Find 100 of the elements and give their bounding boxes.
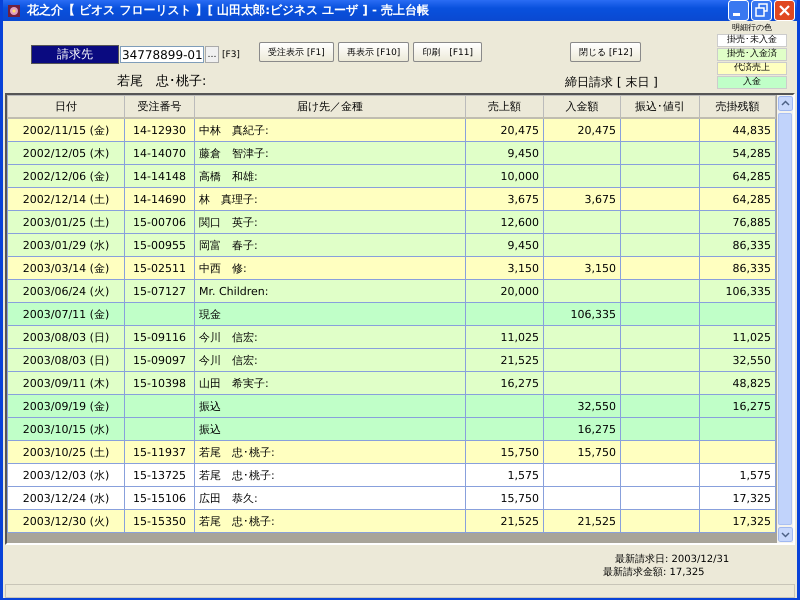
table-cell: 若尾 忠･桃子: bbox=[199, 446, 275, 458]
table-cell: 1,575 bbox=[508, 468, 539, 482]
table-cell: 2003/07/11 (金) bbox=[22, 308, 110, 320]
scrollbar[interactable] bbox=[777, 95, 793, 543]
table-cell: 11,025 bbox=[732, 330, 771, 344]
table-cell: 2003/12/30 (火) bbox=[22, 514, 110, 528]
column-header[interactable]: 振込･値引 bbox=[620, 96, 700, 118]
toolbar-button[interactable]: 閉じる [F12] bbox=[570, 42, 642, 62]
table-cell: 広田 恭久: bbox=[199, 492, 258, 504]
table-row[interactable]: 2003/08/03 (日) 15-09116 今川 信宏: 11,025 11,025 bbox=[8, 326, 776, 348]
browse-button[interactable]: … bbox=[205, 46, 219, 63]
table-row[interactable]: 2003/09/19 (金) 振込 32,550 16,275 bbox=[8, 394, 776, 418]
close-icon[interactable] bbox=[774, 0, 795, 21]
table-row[interactable]: 2003/01/29 (水) 15-00955 岡富 春子: 9,450 86,335 bbox=[8, 234, 776, 256]
table-cell: 高橋 和雄: bbox=[199, 170, 258, 182]
table-cell: 54,285 bbox=[732, 146, 771, 160]
table-cell: 15,750 bbox=[500, 492, 539, 504]
scroll-thumb[interactable] bbox=[778, 113, 792, 525]
table-row[interactable]: 2003/10/25 (土) 15-11937 若尾 忠･桃子: 15,750 15,750 bbox=[8, 440, 776, 464]
table-cell: 2003/08/03 (日) bbox=[22, 330, 110, 344]
table-row[interactable]: 2003/12/30 (火) 15-15350 若尾 忠･桃子: 21,525 21,525 17,325 bbox=[8, 510, 776, 532]
table-cell: 14-12930 bbox=[133, 124, 186, 136]
shortcut-label: [F3] bbox=[222, 50, 240, 60]
table-row[interactable]: 2003/07/11 (金) 現金 106,335 bbox=[8, 302, 776, 326]
table-row[interactable]: 2003/10/15 (水) 振込 16,275 bbox=[8, 418, 776, 440]
table-row[interactable]: 2003/06/24 (火) 15-07127 Mr. Children: 20,000 106,335 bbox=[8, 280, 776, 302]
table-cell: 藤倉 智津子: bbox=[199, 146, 269, 160]
scroll-down-icon[interactable] bbox=[778, 527, 792, 542]
legend-swatch: 代済売上 bbox=[717, 62, 787, 75]
table-row[interactable]: 2002/12/05 (木) 14-14070 藤倉 智津子: 9,450 54,285 bbox=[8, 142, 776, 164]
table-cell: 2003/09/19 (金) bbox=[22, 400, 110, 412]
table-cell: 1,575 bbox=[740, 468, 771, 482]
restore-icon[interactable] bbox=[751, 0, 772, 21]
table-cell: 16,275 bbox=[578, 422, 616, 436]
column-header[interactable]: 売上額 bbox=[466, 96, 544, 118]
toolbar-button[interactable]: 受注表示 [F1] bbox=[259, 42, 334, 62]
table-cell: 今川 信宏: bbox=[199, 330, 258, 344]
table-row[interactable]: 2002/11/15 (金) 14-12930 中林 真紀子: 20,475 20,475 44,835 bbox=[8, 118, 776, 142]
table-cell: 岡富 春子: bbox=[199, 238, 258, 252]
table-cell: 2002/12/06 (金) bbox=[22, 170, 110, 182]
table-cell: 2003/01/25 (土) bbox=[22, 216, 110, 228]
table-row[interactable]: 2003/12/03 (水) 15-13725 若尾 忠･桃子: 1,575 1,575 bbox=[8, 464, 776, 486]
table-cell: 20,475 bbox=[500, 124, 539, 136]
table-cell: 10,000 bbox=[500, 170, 539, 182]
table-cell: 振込 bbox=[199, 422, 221, 436]
table-cell: 関口 英子: bbox=[199, 216, 258, 228]
table-row[interactable]: 2002/12/14 (土) 14-14690 林 真理子: 3,675 3,675 64,285 bbox=[8, 188, 776, 210]
table-cell: 15,750 bbox=[578, 446, 616, 458]
table-cell: 9,450 bbox=[508, 238, 539, 252]
table-cell: 15-13725 bbox=[133, 468, 186, 482]
summary-text: 最新請求日: 2003/12/31 bbox=[615, 553, 730, 566]
table-cell: 3,150 bbox=[584, 262, 616, 274]
table-cell: 2003/10/25 (土) bbox=[22, 446, 110, 458]
legend-swatch: 入金 bbox=[717, 76, 787, 89]
table-cell: 76,885 bbox=[732, 216, 771, 228]
table-cell: 3,675 bbox=[508, 192, 539, 206]
table-cell: 21,525 bbox=[578, 514, 616, 528]
table-row[interactable]: 2002/12/06 (金) 14-14148 高橋 和雄: 10,000 64,285 bbox=[8, 164, 776, 188]
table-cell: 9,450 bbox=[508, 146, 539, 160]
table-cell: 今川 信宏: bbox=[199, 354, 258, 366]
table-cell: 2003/06/24 (火) bbox=[22, 284, 110, 298]
table-cell: 48,825 bbox=[732, 376, 771, 390]
table-row[interactable]: 2003/03/14 (金) 15-02511 中西 修: 3,150 3,150 86,335 bbox=[8, 256, 776, 280]
column-header[interactable]: 入金額 bbox=[544, 96, 620, 118]
table-cell: 現金 bbox=[199, 308, 221, 320]
table-cell: 20,000 bbox=[500, 284, 539, 298]
table-cell: 14-14690 bbox=[133, 192, 186, 206]
table-row[interactable]: 2003/12/24 (水) 15-15106 広田 恭久: 15,750 17,325 bbox=[8, 486, 776, 510]
table-cell: 15-11937 bbox=[133, 446, 186, 458]
table-cell: 16,275 bbox=[732, 400, 771, 412]
billing-label: 請求先 bbox=[31, 45, 119, 64]
column-header[interactable]: 受注番号 bbox=[124, 96, 194, 118]
table-cell: 12,600 bbox=[500, 216, 539, 228]
minimize-icon[interactable] bbox=[728, 0, 749, 21]
table-cell: 17,325 bbox=[732, 514, 771, 528]
table-cell: 17,325 bbox=[732, 492, 771, 504]
table-cell: 15-00706 bbox=[133, 216, 186, 228]
table-cell: 林 真理子: bbox=[199, 192, 258, 206]
table-cell: 中西 修: bbox=[199, 262, 247, 274]
table-cell: 15-02511 bbox=[133, 262, 186, 274]
table-cell: 15-07127 bbox=[133, 284, 186, 298]
scroll-up-icon[interactable] bbox=[778, 96, 792, 111]
table-cell: 106,335 bbox=[570, 308, 616, 320]
toolbar-button[interactable]: 再表示 [F10] bbox=[338, 42, 410, 62]
column-header[interactable]: 売掛残額 bbox=[700, 96, 776, 118]
column-header[interactable]: 日付 bbox=[8, 96, 124, 118]
table-row[interactable]: 2003/08/03 (日) 15-09097 今川 信宏: 21,525 32,550 bbox=[8, 348, 776, 372]
toolbar-button[interactable]: 印刷 [F11] bbox=[413, 42, 482, 62]
table-cell: 15-10398 bbox=[133, 376, 186, 390]
table-cell: 2003/03/14 (金) bbox=[22, 262, 110, 274]
customer-name: 若尾 忠･桃子: bbox=[116, 73, 208, 90]
table-cell: 15-09116 bbox=[133, 330, 186, 344]
table-cell: 2003/09/11 (木) bbox=[22, 376, 110, 390]
billing-code-field[interactable]: 34778899-01 bbox=[120, 46, 204, 63]
table-cell: 2003/10/15 (水) bbox=[22, 422, 110, 436]
table-row[interactable]: 2003/01/25 (土) 15-00706 関口 英子: 12,600 76,885 bbox=[8, 210, 776, 234]
table-cell: 15,750 bbox=[500, 446, 539, 458]
table-cell: 2003/08/03 (日) bbox=[22, 354, 110, 366]
table-row[interactable]: 2003/09/11 (木) 15-10398 山田 希実子: 16,275 48,825 bbox=[8, 372, 776, 394]
column-header[interactable]: 届け先／金種 bbox=[194, 96, 466, 118]
